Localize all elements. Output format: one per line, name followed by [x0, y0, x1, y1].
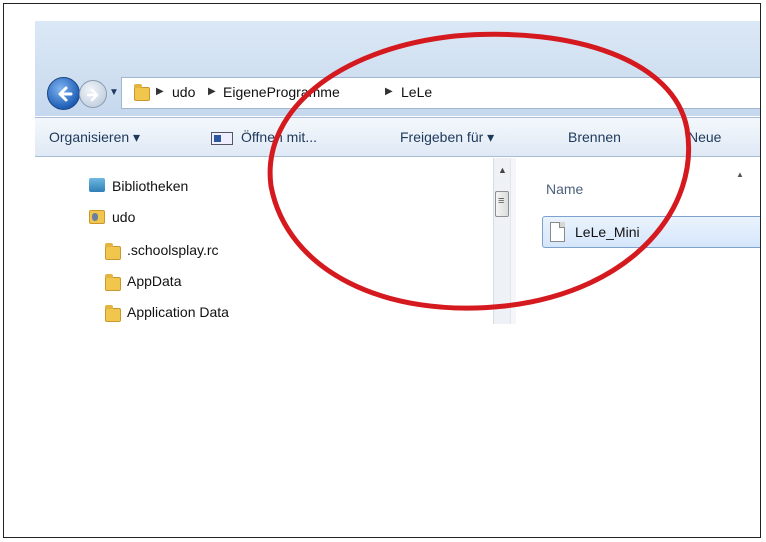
- tree-item-application-data[interactable]: Application Data: [127, 304, 229, 320]
- folder-icon: [105, 243, 121, 260]
- column-header-name[interactable]: Name: [546, 181, 583, 197]
- folder-icon: [105, 305, 121, 322]
- tree-item-libraries[interactable]: Bibliotheken: [112, 178, 188, 194]
- tree-item-schoolsplay[interactable]: .schoolsplay.rc: [127, 242, 219, 258]
- back-arrow-icon: [58, 86, 73, 102]
- new-folder-button[interactable]: Neue: [688, 129, 721, 145]
- breadcrumb-item-lele[interactable]: LeLe: [401, 84, 432, 100]
- share-with-button[interactable]: Freigeben für ▾: [400, 129, 494, 146]
- scroll-thumb[interactable]: [495, 191, 509, 217]
- user-folder-icon: [89, 210, 105, 224]
- recent-pages-dropdown-icon[interactable]: ▼: [109, 87, 119, 98]
- column-header[interactable]: Name ▲: [516, 158, 760, 197]
- forward-arrow-icon: [87, 88, 99, 102]
- file-name: LeLe_Mini: [575, 224, 640, 240]
- navigation-scrollbar[interactable]: ▲: [493, 158, 511, 324]
- burn-button[interactable]: Brennen: [568, 129, 621, 145]
- folder-icon: [105, 274, 121, 291]
- open-with-icon: [211, 132, 233, 145]
- sort-ascending-icon: ▲: [736, 170, 744, 179]
- address-bar-area: ▼ ▶ udo ▶ EigeneProgramme ▶ LeLe: [35, 21, 760, 116]
- scroll-up-icon[interactable]: ▲: [498, 165, 507, 175]
- breadcrumb-item-eigeneprogramme[interactable]: EigeneProgramme: [223, 84, 340, 100]
- forward-button[interactable]: [79, 80, 107, 108]
- document-icon: [550, 222, 565, 242]
- file-list-pane: Name ▲ LeLe_Mini: [516, 158, 760, 324]
- open-with-button[interactable]: Öffnen mit...: [241, 129, 317, 145]
- tree-item-appdata[interactable]: AppData: [127, 273, 181, 289]
- folder-icon: [134, 84, 150, 101]
- image-frame: ▼ ▶ udo ▶ EigeneProgramme ▶ LeLe Organis…: [3, 3, 761, 538]
- navigation-pane: Bibliotheken udo .schoolsplay.rc AppData…: [35, 158, 493, 324]
- breadcrumb-separator-icon[interactable]: ▶: [385, 86, 393, 97]
- breadcrumb-separator-icon[interactable]: ▶: [208, 86, 216, 97]
- explorer-window-crop: ▼ ▶ udo ▶ EigeneProgramme ▶ LeLe Organis…: [35, 21, 760, 324]
- breadcrumb-item-udo[interactable]: udo: [172, 84, 195, 100]
- organize-button[interactable]: Organisieren ▾: [49, 129, 140, 146]
- breadcrumb-separator-icon[interactable]: ▶: [156, 86, 164, 97]
- breadcrumb[interactable]: ▶ udo ▶ EigeneProgramme ▶ LeLe: [121, 77, 760, 109]
- tree-item-udo[interactable]: udo: [112, 209, 135, 225]
- command-bar: Organisieren ▾ Öffnen mit... Freigeben f…: [35, 117, 760, 157]
- list-item[interactable]: LeLe_Mini: [542, 216, 760, 248]
- back-button[interactable]: [47, 77, 80, 110]
- libraries-icon: [89, 178, 105, 192]
